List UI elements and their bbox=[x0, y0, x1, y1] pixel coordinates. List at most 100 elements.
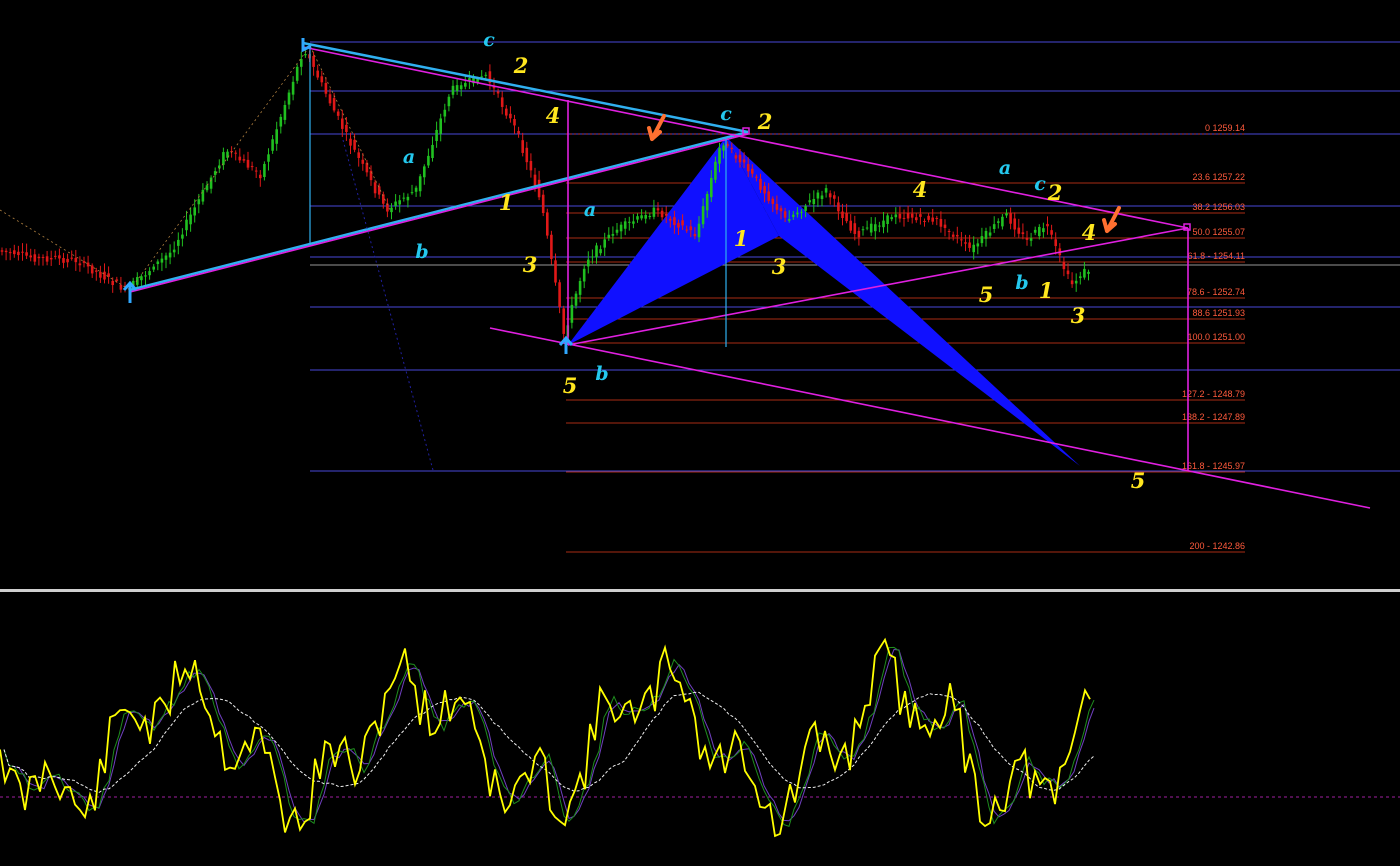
candle-body bbox=[673, 217, 676, 226]
fib-label: 127.2 - 1248.79 bbox=[1182, 389, 1245, 399]
candle-body bbox=[45, 256, 49, 262]
candle-body bbox=[980, 236, 984, 244]
candle-body bbox=[837, 202, 840, 212]
wave-label: c bbox=[483, 29, 495, 51]
candle-body bbox=[759, 178, 762, 190]
candle-body bbox=[997, 221, 1000, 223]
candle-body bbox=[1017, 227, 1021, 234]
candle-body bbox=[865, 227, 869, 229]
candle-body bbox=[402, 197, 406, 199]
wave-label: 3 bbox=[523, 252, 538, 277]
candle-body bbox=[537, 179, 541, 198]
candle-body bbox=[320, 76, 324, 83]
candle-body bbox=[541, 194, 545, 214]
candle-body bbox=[1042, 228, 1045, 233]
candle-body bbox=[619, 224, 623, 232]
pivot-icon bbox=[122, 280, 138, 303]
candle-body bbox=[13, 250, 16, 255]
pivot-icon bbox=[558, 335, 574, 354]
candle-body bbox=[808, 200, 811, 203]
candle-body bbox=[447, 96, 451, 107]
oscillator-pane bbox=[0, 637, 1400, 838]
candle-body bbox=[652, 207, 656, 217]
candle-body bbox=[833, 195, 836, 199]
candle-body bbox=[423, 166, 426, 178]
candle-body bbox=[587, 259, 590, 267]
candle-body bbox=[90, 265, 94, 274]
candle-body bbox=[886, 215, 889, 224]
candle-body bbox=[874, 224, 877, 232]
candle-body bbox=[968, 242, 971, 248]
candle-body bbox=[730, 147, 734, 150]
candle-body bbox=[197, 199, 201, 205]
fib-label: 100.0 1251.00 bbox=[1187, 332, 1245, 342]
candle-body bbox=[201, 189, 205, 202]
candle-body bbox=[669, 218, 672, 221]
candle-body bbox=[193, 207, 196, 216]
wave-label: 5 bbox=[979, 282, 994, 307]
candle-body bbox=[931, 217, 934, 222]
candle-body bbox=[964, 242, 967, 244]
candle-body bbox=[816, 192, 820, 199]
candle-body bbox=[357, 152, 360, 158]
candle-body bbox=[1046, 223, 1049, 227]
candle-body bbox=[640, 215, 643, 219]
candle-body bbox=[41, 256, 45, 258]
candle-body bbox=[902, 217, 906, 219]
candle-body bbox=[49, 257, 53, 260]
candle-body bbox=[677, 222, 680, 228]
candle-body bbox=[726, 144, 729, 146]
candle-body bbox=[246, 159, 250, 168]
wave-label: 1 bbox=[499, 190, 514, 215]
candle-body bbox=[718, 148, 721, 164]
candle-body bbox=[435, 129, 438, 141]
candle-body bbox=[259, 174, 262, 179]
candle-body bbox=[254, 170, 258, 172]
candle-body bbox=[332, 98, 336, 111]
candle-body bbox=[414, 187, 418, 192]
candle-body bbox=[976, 243, 980, 247]
candle-body bbox=[222, 152, 225, 165]
fib-label: 23.6 1257.22 bbox=[1192, 172, 1245, 182]
fib-label: 61.8 - 1254.11 bbox=[1188, 251, 1245, 261]
candle-body bbox=[820, 195, 824, 199]
candle-body bbox=[480, 76, 483, 78]
candle-body bbox=[861, 229, 865, 231]
candle-body bbox=[431, 144, 434, 159]
osc-main-line bbox=[0, 637, 1091, 838]
candle-body bbox=[345, 124, 348, 132]
candle-body bbox=[763, 185, 766, 194]
wave-label: 1 bbox=[734, 226, 749, 251]
candle-body bbox=[767, 191, 770, 201]
candle-body bbox=[25, 252, 28, 256]
candle-body bbox=[140, 276, 143, 281]
candle-body bbox=[603, 239, 606, 248]
candle-body bbox=[349, 138, 352, 146]
candle-body bbox=[898, 213, 902, 219]
candle-body bbox=[550, 234, 553, 259]
candle-body bbox=[517, 131, 520, 134]
candle-body bbox=[418, 176, 422, 192]
candle-body bbox=[455, 85, 459, 92]
candle-body bbox=[746, 164, 750, 172]
fib-label: 161.8 - 1245.97 bbox=[1182, 461, 1245, 471]
fib-label: 38.2 1256.03 bbox=[1192, 202, 1245, 212]
wave-label: b bbox=[1015, 272, 1028, 294]
candle-body bbox=[915, 217, 918, 221]
candle-body bbox=[464, 82, 467, 87]
candle-body bbox=[185, 219, 188, 231]
candle-body bbox=[181, 234, 184, 239]
candle-body bbox=[29, 255, 32, 258]
wave-label: b bbox=[415, 241, 428, 263]
candle-body bbox=[947, 231, 951, 233]
wave-label: c bbox=[720, 103, 732, 125]
candle-body bbox=[37, 256, 41, 259]
candle-body bbox=[103, 271, 106, 280]
wave-label: 4 bbox=[546, 103, 561, 128]
candle-body bbox=[570, 304, 574, 323]
candle-body bbox=[160, 258, 164, 263]
candle-body bbox=[271, 139, 274, 151]
candle-body bbox=[857, 230, 861, 238]
wave-label: 5 bbox=[563, 373, 578, 398]
candle-body bbox=[300, 59, 303, 67]
